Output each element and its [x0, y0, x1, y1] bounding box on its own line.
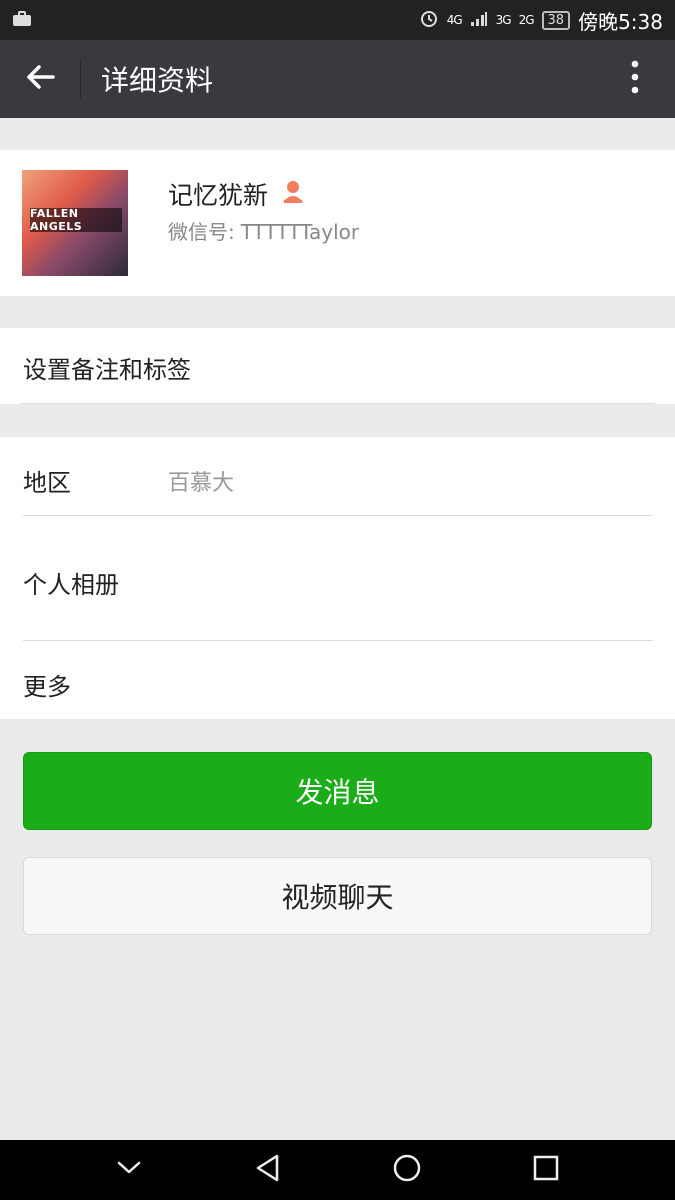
- profile-card[interactable]: FALLEN ANGELS 记忆犹新 微信号: TTTTTTaylor: [0, 150, 675, 296]
- avatar-text: FALLEN ANGELS: [30, 207, 122, 233]
- page-title: 详细资料: [101, 64, 214, 97]
- app-bar: 详细资料: [0, 40, 675, 118]
- clock-time: 傍晚5:38: [578, 9, 663, 34]
- remark-tag-row[interactable]: 设置备注和标签: [0, 328, 675, 404]
- signal-icon: [470, 8, 488, 32]
- battery-icon: 38: [541, 10, 571, 30]
- network-2g-label: 2G: [518, 13, 535, 27]
- more-label: 更多: [23, 673, 71, 701]
- wechat-id-label: 微信号:: [168, 220, 235, 244]
- more-options-button[interactable]: [595, 40, 675, 118]
- more-row[interactable]: 更多: [0, 641, 675, 719]
- video-chat-button[interactable]: 视频聊天: [23, 857, 652, 935]
- back-arrow-icon: [25, 64, 55, 94]
- nav-back-button[interactable]: [248, 1150, 288, 1190]
- network-4g-label: 4G: [446, 13, 463, 27]
- nickname: 记忆犹新: [168, 176, 306, 212]
- network-3g-label: 3G: [495, 13, 512, 27]
- region-row[interactable]: 地区 百慕大: [0, 437, 675, 515]
- alarm-icon: [419, 8, 439, 33]
- info-card: 地区 百慕大 个人相册 更多: [0, 437, 675, 719]
- region-label: 地区: [23, 469, 71, 497]
- chevron-down-icon: [116, 1160, 142, 1180]
- region-value: 百慕大: [168, 471, 235, 496]
- more-vertical-icon: [631, 60, 639, 98]
- back-button[interactable]: [0, 40, 80, 118]
- remark-tag-label: 设置备注和标签: [23, 356, 191, 384]
- nickname-text: 记忆犹新: [168, 181, 269, 210]
- home-circle-icon: [392, 1153, 422, 1187]
- hide-nav-button[interactable]: [109, 1150, 149, 1190]
- wechat-id: 微信号: TTTTTTaylor: [168, 216, 359, 245]
- album-label: 个人相册: [23, 571, 119, 599]
- briefcase-icon: [12, 8, 32, 32]
- app-bar-divider: [80, 59, 81, 99]
- nav-recents-button[interactable]: [526, 1150, 566, 1190]
- wechat-id-value: TTTTTTaylor: [240, 220, 360, 244]
- back-triangle-icon: [254, 1153, 282, 1187]
- avatar[interactable]: FALLEN ANGELS: [22, 170, 128, 276]
- system-nav-bar: [0, 1140, 675, 1200]
- album-row[interactable]: 个人相册: [0, 516, 675, 640]
- status-bar: 4G 3G 2G 38 傍晚5:38: [0, 0, 675, 40]
- recents-square-icon: [532, 1154, 560, 1186]
- send-message-button[interactable]: 发消息: [23, 752, 652, 830]
- nav-home-button[interactable]: [387, 1150, 427, 1190]
- female-icon: [280, 178, 306, 210]
- row-divider: [20, 403, 655, 404]
